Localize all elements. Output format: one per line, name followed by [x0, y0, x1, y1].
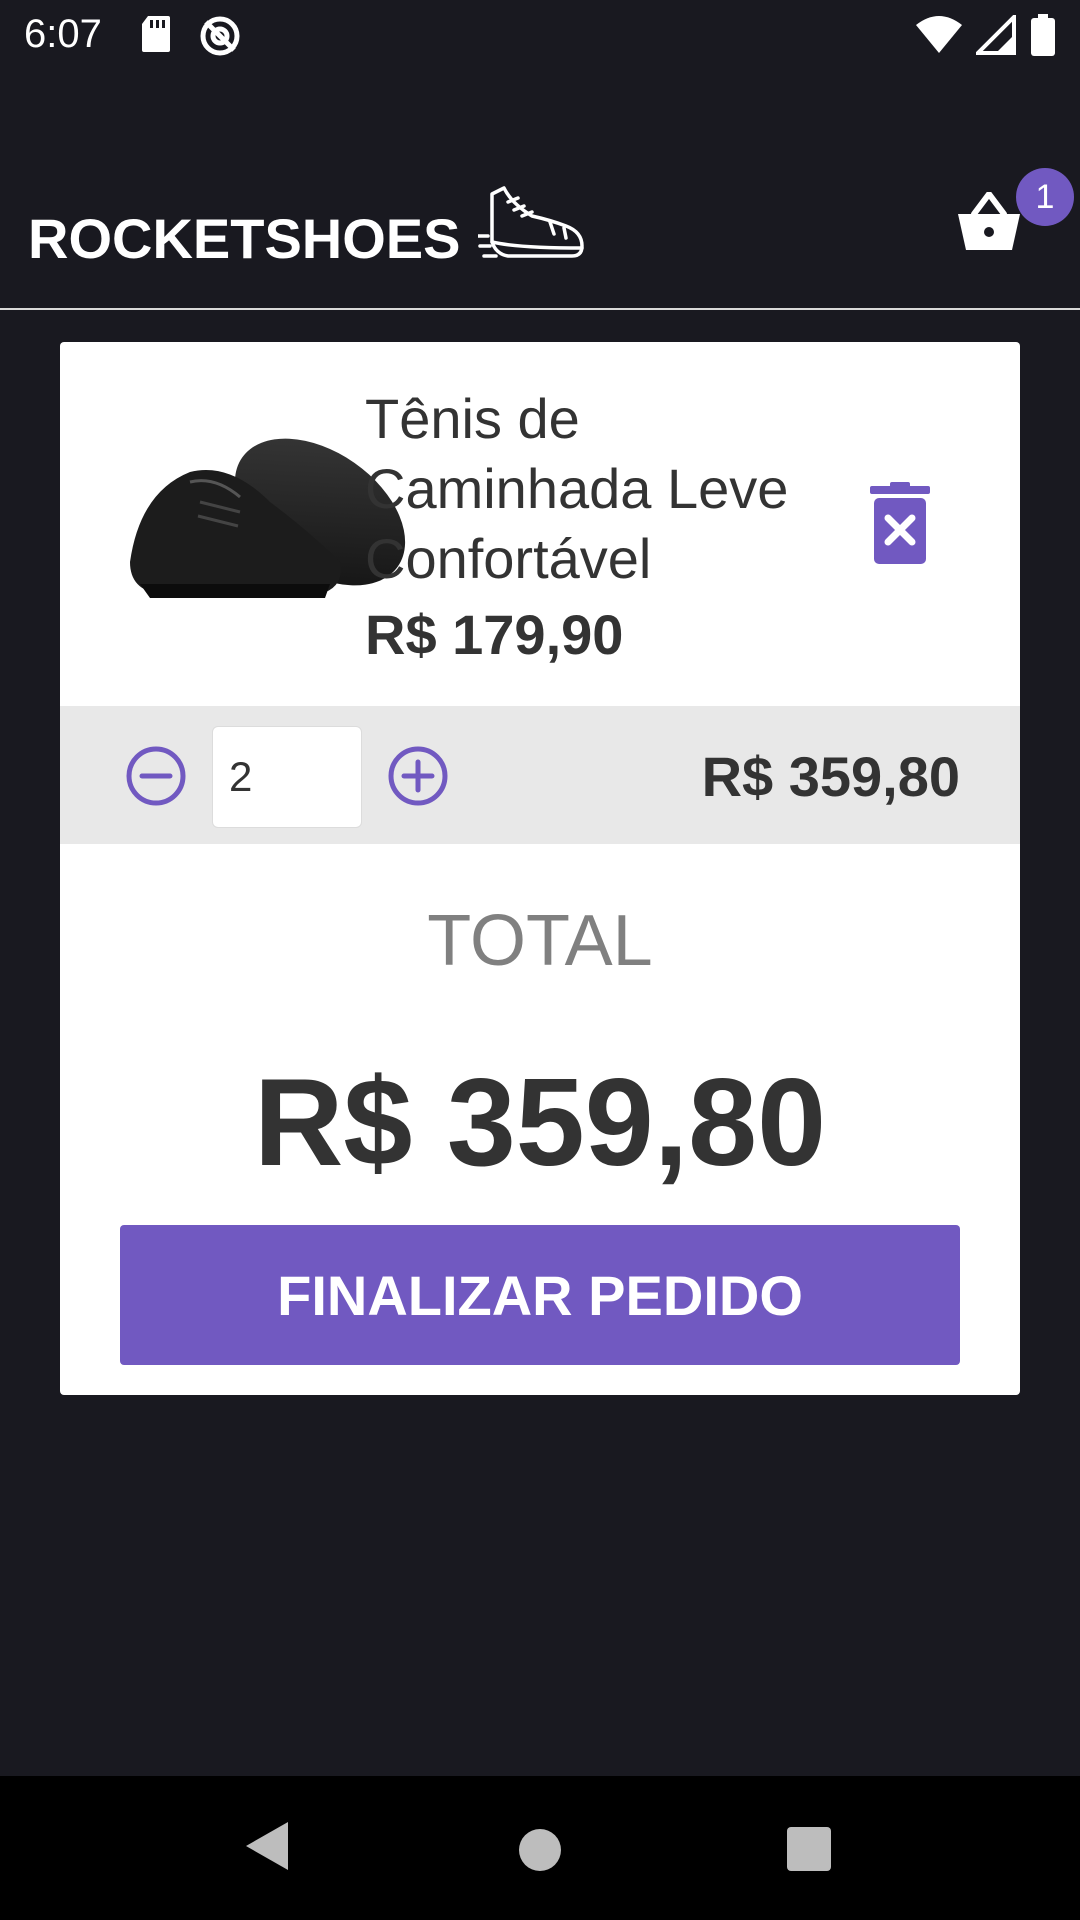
back-button[interactable]	[244, 1820, 290, 1877]
product-title: Tênis de Caminhada Leve Confortável	[365, 387, 789, 590]
back-icon	[246, 1822, 288, 1870]
battery-icon	[1031, 14, 1055, 56]
status-time: 6:07	[24, 12, 102, 56]
wifi-icon	[916, 16, 962, 53]
trash-icon	[870, 482, 930, 564]
increase-quantity-button[interactable]	[386, 744, 450, 813]
recents-icon	[787, 1827, 831, 1871]
status-left-icons	[140, 14, 242, 58]
product-price: R$ 179,90	[365, 603, 624, 666]
total-value: R$ 359,80	[253, 1054, 827, 1192]
home-button[interactable]	[518, 1828, 562, 1877]
product-info: Tênis de Caminhada Leve Confortável R$ 1…	[365, 384, 865, 667]
sd-card-icon	[142, 16, 170, 52]
recents-button[interactable]	[786, 1826, 832, 1877]
cart-button[interactable]	[956, 191, 1022, 257]
total-label: TOTAL	[427, 901, 653, 981]
checkout-button[interactable]: FINALIZAR PEDIDO	[120, 1225, 960, 1365]
quantity-bar: R$ 359,80	[60, 706, 1020, 844]
plus-circle-icon	[388, 746, 448, 806]
app-header: ROCKETSHOES 1	[0, 150, 1080, 310]
cellular-signal-icon	[976, 15, 1016, 55]
decrease-quantity-button[interactable]	[124, 744, 188, 813]
brand-name[interactable]: ROCKETSHOES	[28, 206, 461, 271]
cart-card: Tênis de Caminhada Leve Confortável R$ 1…	[60, 342, 1020, 1395]
minus-circle-icon	[126, 746, 186, 806]
basket-icon	[958, 191, 1020, 250]
remove-item-button[interactable]	[870, 482, 930, 564]
cart-item: Tênis de Caminhada Leve Confortável R$ 1…	[60, 342, 1020, 706]
item-subtotal: R$ 359,80	[701, 745, 960, 808]
status-bar: 6:07	[0, 0, 1080, 72]
system-nav-bar	[0, 1776, 1080, 1920]
cart-count-badge: 1	[1016, 168, 1074, 226]
quantity-input[interactable]	[212, 726, 362, 828]
home-icon	[519, 1829, 561, 1871]
do-not-disturb-icon	[200, 16, 240, 56]
running-shoe-icon	[478, 186, 584, 258]
status-right-icons	[916, 14, 1056, 56]
